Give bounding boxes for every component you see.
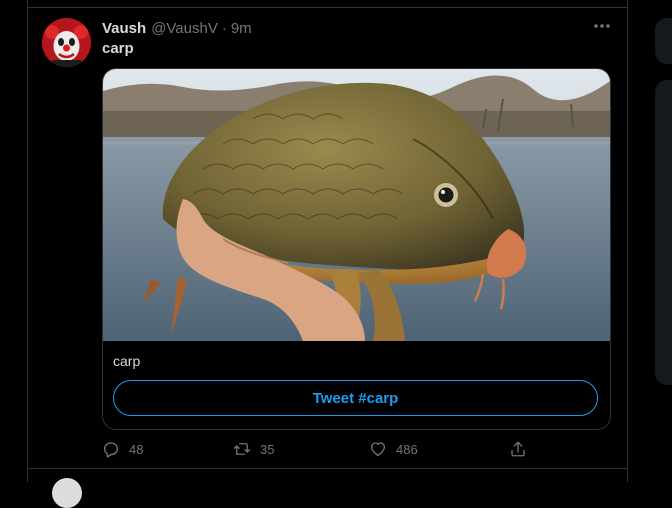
user-handle[interactable]: @VaushV — [151, 20, 218, 37]
tweet-hashtag-button[interactable]: Tweet #carp — [113, 380, 598, 416]
display-name[interactable]: Vaush — [102, 20, 146, 37]
next-tweet-avatar[interactable] — [52, 478, 82, 508]
divider — [28, 468, 627, 469]
like-icon — [370, 442, 386, 457]
link-card[interactable]: carp Tweet #carp — [102, 68, 611, 430]
retweet-icon — [233, 443, 251, 455]
trends-panel-edge — [655, 80, 672, 385]
avatar[interactable] — [42, 18, 91, 67]
retweet-action[interactable]: 35 — [233, 439, 274, 459]
search-box-edge[interactable] — [655, 18, 672, 64]
tweet-text: carp — [102, 40, 134, 57]
right-sidebar — [655, 0, 672, 482]
timeline-column: Vaush @VaushV · 9m carp carp Tweet #carp… — [27, 0, 628, 508]
separator-dot: · — [221, 19, 227, 37]
like-action[interactable]: 486 — [369, 439, 418, 459]
timestamp[interactable]: 9m — [231, 20, 252, 37]
tweet-header: Vaush @VaushV · 9m — [102, 17, 252, 39]
clown-avatar-icon — [42, 18, 91, 67]
reply-action[interactable]: 48 — [102, 439, 143, 459]
like-count: 486 — [396, 441, 418, 457]
reply-icon — [103, 442, 119, 458]
share-action[interactable] — [509, 439, 527, 459]
reply-count: 48 — [129, 441, 144, 457]
more-icon[interactable] — [592, 19, 612, 33]
card-caption: carp — [113, 353, 141, 369]
divider — [28, 7, 627, 8]
carp-photo[interactable] — [103, 69, 610, 341]
share-icon — [511, 441, 525, 457]
retweet-count: 35 — [260, 441, 275, 457]
